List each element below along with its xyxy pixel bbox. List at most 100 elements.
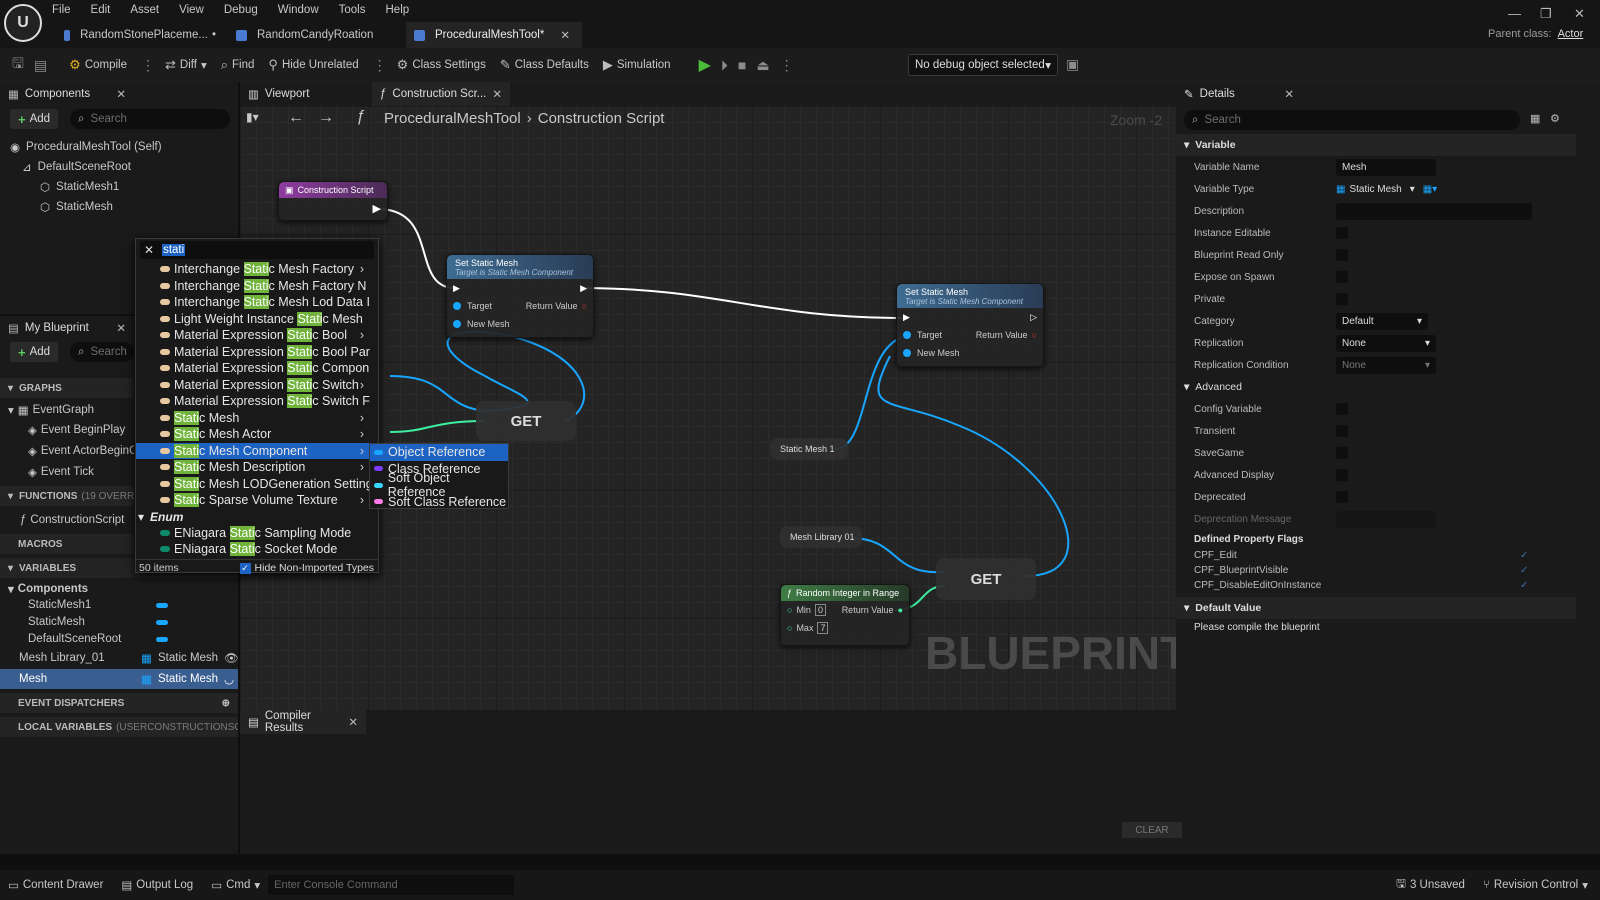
components-tab[interactable]: ▦ Components ✕ [0,82,134,106]
viewport-tab[interactable]: ▥ Viewport [240,82,368,106]
content-drawer-button[interactable]: ▭ Content Drawer [8,878,103,892]
hide-unrelated-options-icon[interactable]: ⋮ [373,57,387,74]
bookmark-icon[interactable]: ▮▾ [246,110,259,124]
close-icon[interactable]: ✕ [492,87,502,101]
close-window-icon[interactable]: ✕ [1574,6,1585,22]
node-type-picker[interactable]: ✕ stati Interchange Static Mesh Factory ›… [135,238,379,574]
blueprint-graph[interactable]: ▮▾ ← → ƒ ProceduralMeshTool › Constructi… [240,106,1200,710]
class-settings-button[interactable]: ⚙ Class Settings [397,57,486,73]
picker-item[interactable]: Material Expression Static Bool Par [136,344,378,361]
details-tab[interactable]: ✎ Details ✕ [1176,82,1302,106]
menu-window[interactable]: Window [278,4,319,16]
checkbox[interactable] [1336,403,1348,415]
close-icon[interactable]: ✕ [116,321,126,335]
event-graph-item[interactable]: ▾ ▦ EventGraph [8,400,94,420]
event-item[interactable]: ◈ Event BeginPlay [28,420,125,440]
variable-section[interactable]: ▾ Variable [1176,134,1576,156]
event-item[interactable]: ◈ Event ActorBeginO [28,441,134,461]
breadcrumb-item[interactable]: Construction Script [538,110,665,127]
local-variables-section[interactable]: LOCAL VARIABLES(USERCONSTRUCTIONSCRI⊕ [0,717,238,737]
reference-type-option[interactable]: Object Reference [370,444,508,461]
checkbox[interactable] [1336,469,1348,481]
components-search-input[interactable]: ⌕ Search [70,109,230,129]
component-var-item[interactable]: DefaultSceneRoot [28,629,168,649]
int-pin[interactable]: ○ [787,623,792,633]
picker-item[interactable]: Material Expression Static Compon [136,360,378,377]
console-command-input[interactable]: Enter Console Command [268,875,515,895]
checkbox[interactable] [1336,227,1348,239]
minimize-icon[interactable]: — [1508,6,1521,21]
my-blueprint-tab[interactable]: ▤ My Blueprint ✕ [0,316,134,340]
checkbox[interactable] [1336,447,1348,459]
graphs-section[interactable]: ▾ GRAPHS [0,378,134,398]
tree-item-staticmesh[interactable]: ⬡ StaticMesh [40,197,113,217]
container-type-icon[interactable]: ▦▾ [1423,184,1437,195]
compile-button[interactable]: ⚙ Compile [69,57,127,73]
picker-item[interactable]: Static Mesh › [136,410,378,427]
doc-tab-procedural-mesh-tool[interactable]: ProceduralMeshTool* ✕ [406,22,582,48]
debug-filter-icon[interactable]: ▣ [1066,56,1079,73]
step-icon[interactable]: ⏵ [721,57,728,74]
checkbox[interactable] [1336,249,1348,261]
picker-search-input[interactable]: ✕ stati [140,241,374,259]
menu-help[interactable]: Help [386,4,410,16]
reference-type-option[interactable]: Soft Class Reference [370,494,508,511]
category-select[interactable]: Default ▾ [1336,312,1428,330]
checkbox[interactable] [1336,491,1348,503]
var-item-mesh[interactable]: Mesh ▦ Static Mesh ◡ [0,669,238,689]
new-mesh-pin[interactable] [903,349,911,357]
target-pin[interactable] [903,331,911,339]
stop-icon[interactable]: ■ [738,57,746,73]
tree-item-self[interactable]: ◉ ProceduralMeshTool (Self) [10,137,162,157]
clear-search-icon[interactable]: ✕ [144,243,154,257]
unreal-logo-icon[interactable]: U [4,4,42,42]
picker-item[interactable]: Interchange Static Mesh Factory N [136,278,378,295]
picker-item[interactable]: Interchange Static Mesh Lod Data I [136,294,378,311]
cmd-select[interactable]: ▭ Cmd ▾ [211,878,260,892]
diff-button[interactable]: ⇄ Diff ▾ [165,57,207,73]
return-pin[interactable]: ○ [1032,330,1037,340]
doc-tab-random-stone[interactable]: RandomStonePlaceme... • [56,22,216,48]
max-input[interactable]: 7 [817,622,829,634]
picker-item[interactable]: Interchange Static Mesh Factory › [136,261,378,278]
variable-type-select[interactable]: ▦ Static Mesh ▾ ▦▾ [1336,184,1437,195]
close-icon[interactable]: ✕ [116,87,126,101]
exec-in-pin[interactable]: ▶ [453,283,460,294]
exec-out-pin[interactable]: ▶ [580,283,587,294]
unsaved-button[interactable]: 🖫 3 Unsaved [1396,876,1465,895]
menu-debug[interactable]: Debug [224,4,258,16]
checkbox[interactable] [1336,293,1348,305]
save-icon[interactable]: 🖫 [12,53,24,77]
set-static-mesh-node[interactable]: Set Static Mesh Target is Static Mesh Com… [896,283,1044,367]
description-input[interactable] [1336,202,1532,220]
get-node[interactable]: GET [476,401,576,441]
picker-item[interactable]: Static Mesh Description › [136,459,378,476]
close-icon[interactable]: ✕ [1284,87,1294,101]
int-pin[interactable]: ○ [787,605,792,615]
construction-script-tab[interactable]: ƒ Construction Scr... ✕ [372,82,510,106]
construction-script-node[interactable]: ▣ Construction Script ▶ [278,181,388,221]
play-icon[interactable]: ▶ [699,55,711,75]
doc-tab-random-candy[interactable]: RandomCandyRoation [228,22,398,48]
forward-arrow-icon[interactable]: → [318,109,334,127]
target-pin[interactable] [453,302,461,310]
return-pin[interactable]: ○ [582,301,587,311]
menu-tools[interactable]: Tools [339,4,366,16]
static-mesh-1-node[interactable]: Static Mesh 1 [770,438,848,460]
picker-item[interactable]: Static Mesh Component › [136,442,378,459]
var-item-mesh-library[interactable]: Mesh Library_01 ▦ Static Mesh 👁 [0,648,239,668]
exec-out-pin[interactable]: ▷ [1030,312,1037,323]
min-input[interactable]: 0 [814,604,826,616]
compile-options-icon[interactable]: ⋮ [141,57,155,74]
picker-item[interactable]: Light Weight Instance Static Mesh [136,311,378,328]
checkbox[interactable] [1336,425,1348,437]
details-search-input[interactable]: ⌕ Search [1184,110,1520,130]
table-view-icon[interactable]: ▦ [1530,112,1540,125]
my-blueprint-add-button[interactable]: + Add [10,342,59,362]
breadcrumb-item[interactable]: ProceduralMeshTool [384,110,521,127]
play-options-icon[interactable]: ⋮ [780,57,794,74]
revision-control-button[interactable]: ⑂ Revision Control ▾ [1483,878,1588,892]
add-circle-icon[interactable]: ⊕ [222,698,230,709]
gear-icon[interactable]: ⚙ [1550,112,1560,125]
simulation-button[interactable]: ▶ Simulation [603,57,671,73]
